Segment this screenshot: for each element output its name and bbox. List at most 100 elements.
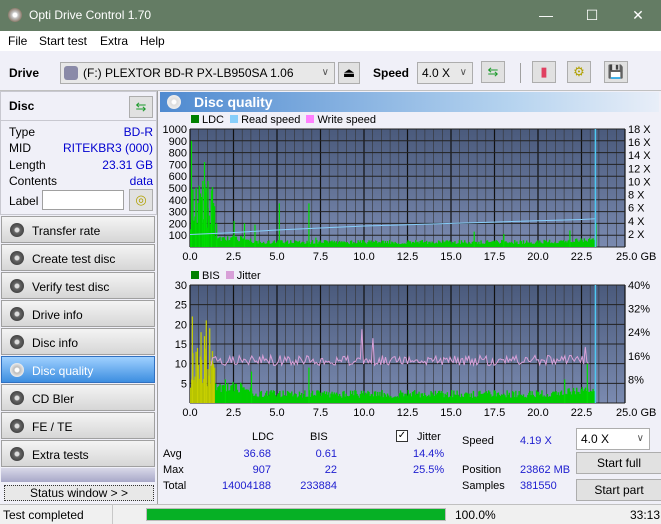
y-tick-label: 5 — [181, 378, 187, 390]
nav-fe-te[interactable]: FE / TE — [1, 412, 155, 439]
x-tick-label: 12.5 — [397, 407, 418, 419]
disc-icon — [10, 447, 24, 461]
x-tick-label: 17.5 — [484, 251, 505, 263]
close-button[interactable]: ✕ — [615, 0, 661, 31]
drive-select-value: (F:) PLEXTOR BD-R PX-LB950SA 1.06 — [83, 66, 294, 80]
y2-tick-label: 2 X — [628, 229, 645, 241]
value: data — [129, 174, 153, 188]
title-bar: Opti Drive Control 1.70 — ☐ ✕ — [0, 0, 661, 31]
disc-header: Disc — [9, 99, 35, 113]
y-tick-label: 500 — [169, 183, 187, 195]
x-tick-label: 10.0 — [353, 251, 374, 263]
peak-bar — [202, 180, 204, 247]
progress-fill — [147, 509, 445, 520]
nav-cd-bler[interactable]: CD Bler — [1, 384, 155, 411]
y2-tick-label: 18 X — [628, 124, 651, 136]
y-tick-label: 200 — [169, 218, 187, 230]
label-input[interactable] — [42, 190, 124, 210]
label-disc-button[interactable]: ◎ — [129, 189, 153, 211]
speed-label: Speed — [373, 66, 410, 80]
x-tick-label: 15.0 — [440, 251, 461, 263]
nav-label: Transfer rate — [32, 224, 101, 238]
nav-label: Disc info — [32, 336, 79, 350]
nav-spacer — [1, 468, 155, 482]
menu-help[interactable]: Help — [140, 34, 165, 48]
window-title: Opti Drive Control 1.70 — [29, 8, 152, 22]
samples-value: 381550 — [520, 480, 557, 492]
jitter-label: Jitter — [417, 431, 441, 443]
peak-bar — [308, 367, 310, 403]
minimize-button[interactable]: — — [523, 0, 569, 31]
total-ldc: 14004188 — [222, 480, 271, 492]
ldc-chart: 100090080070060050040030020010018 X16 X1… — [163, 124, 657, 263]
y-tick-label: 400 — [169, 195, 187, 207]
nav-drive-info[interactable]: Drive info — [1, 300, 155, 327]
divider — [112, 505, 113, 524]
peak-bar — [198, 185, 200, 247]
erase-button[interactable]: ▮ — [532, 61, 556, 83]
x-tick-label: 25.0 GB — [616, 407, 656, 419]
drive-label: Drive — [9, 66, 40, 80]
progress-bar — [146, 508, 446, 521]
save-icon: 💾 — [607, 64, 625, 79]
status-window-button[interactable]: Status window > > — [4, 485, 154, 501]
nav-disc-quality[interactable]: Disc quality — [1, 356, 155, 383]
start-full-button[interactable]: Start full — [576, 452, 661, 474]
max-ldc: 907 — [252, 464, 271, 476]
x-tick-label: 20.0 — [527, 407, 548, 419]
x-tick-label: 22.5 — [571, 407, 592, 419]
peak-bar — [503, 234, 505, 247]
y2-tick-label: 16 X — [628, 137, 651, 149]
progress-text: 100.0% — [455, 508, 496, 522]
menu-file[interactable]: File — [8, 34, 27, 48]
divider — [1, 120, 156, 121]
nav-transfer-rate[interactable]: Transfer rate — [1, 216, 155, 243]
row-max-label: Max — [163, 464, 184, 476]
disc-info-panel: Disc ⇆ Type BD-R MID RITEKBR3 (000) Length… — [0, 91, 157, 215]
toolbar-separator — [520, 63, 521, 83]
settings-button[interactable]: ⚙ — [567, 61, 591, 83]
peak-bar — [190, 140, 193, 247]
drive-select[interactable]: (F:) PLEXTOR BD-R PX-LB950SA 1.06 ∨ — [60, 62, 335, 84]
max-jitter: 25.5% — [413, 464, 445, 476]
y2-tick-label: 12 X — [628, 163, 651, 175]
nav-verify-test-disc[interactable]: Verify test disc — [1, 272, 155, 299]
maximize-button[interactable]: ☐ — [569, 0, 615, 31]
y-tick-label: 100 — [169, 230, 187, 242]
refresh-icon: ⇆ — [487, 64, 499, 79]
col-bis: BIS — [310, 431, 328, 443]
x-tick-label: 20.0 — [527, 251, 548, 263]
peak-bar — [209, 328, 211, 403]
nav-extra-tests[interactable]: Extra tests — [1, 440, 155, 467]
row-total-label: Total — [163, 480, 187, 492]
nav-label: CD Bler — [32, 392, 75, 406]
x-tick-label: 5.0 — [269, 407, 284, 419]
y-tick-label: 1000 — [163, 124, 187, 136]
start-part-button[interactable]: Start part — [576, 479, 661, 501]
nav-disc-info[interactable]: Disc info — [1, 328, 155, 355]
eject-button[interactable]: ⏏ — [338, 62, 360, 84]
key: Length — [9, 158, 46, 172]
x-tick-label: 12.5 — [397, 251, 418, 263]
menu-start-test[interactable]: Start test — [39, 34, 87, 48]
refresh-button[interactable]: ⇆ — [481, 61, 505, 83]
speed-select[interactable]: 4.0 X ∨ — [417, 62, 473, 84]
peak-bar — [233, 221, 235, 247]
save-button[interactable]: 💾 — [604, 61, 628, 83]
y-tick-label: 15 — [175, 339, 187, 351]
x-tick-label: 2.5 — [226, 251, 241, 263]
nav-label: Disc quality — [32, 364, 94, 378]
avg-jitter: 14.4% — [413, 448, 445, 460]
speed-select-value: 4.0 X — [422, 66, 451, 80]
chevron-down-icon: ∨ — [321, 67, 329, 78]
menu-extra[interactable]: Extra — [100, 34, 128, 48]
peak-bar — [210, 190, 213, 247]
nav-create-test-disc[interactable]: Create test disc — [1, 244, 155, 271]
disc-refresh-button[interactable]: ⇆ — [129, 96, 153, 118]
x-tick-label: 10.0 — [353, 407, 374, 419]
disc-icon: ◎ — [135, 192, 147, 207]
x-tick-label: 22.5 — [571, 251, 592, 263]
jitter-checkbox[interactable]: ✓ — [396, 430, 408, 442]
peak-bar — [586, 363, 588, 403]
test-speed-select[interactable]: 4.0 X ∨ — [576, 428, 650, 450]
